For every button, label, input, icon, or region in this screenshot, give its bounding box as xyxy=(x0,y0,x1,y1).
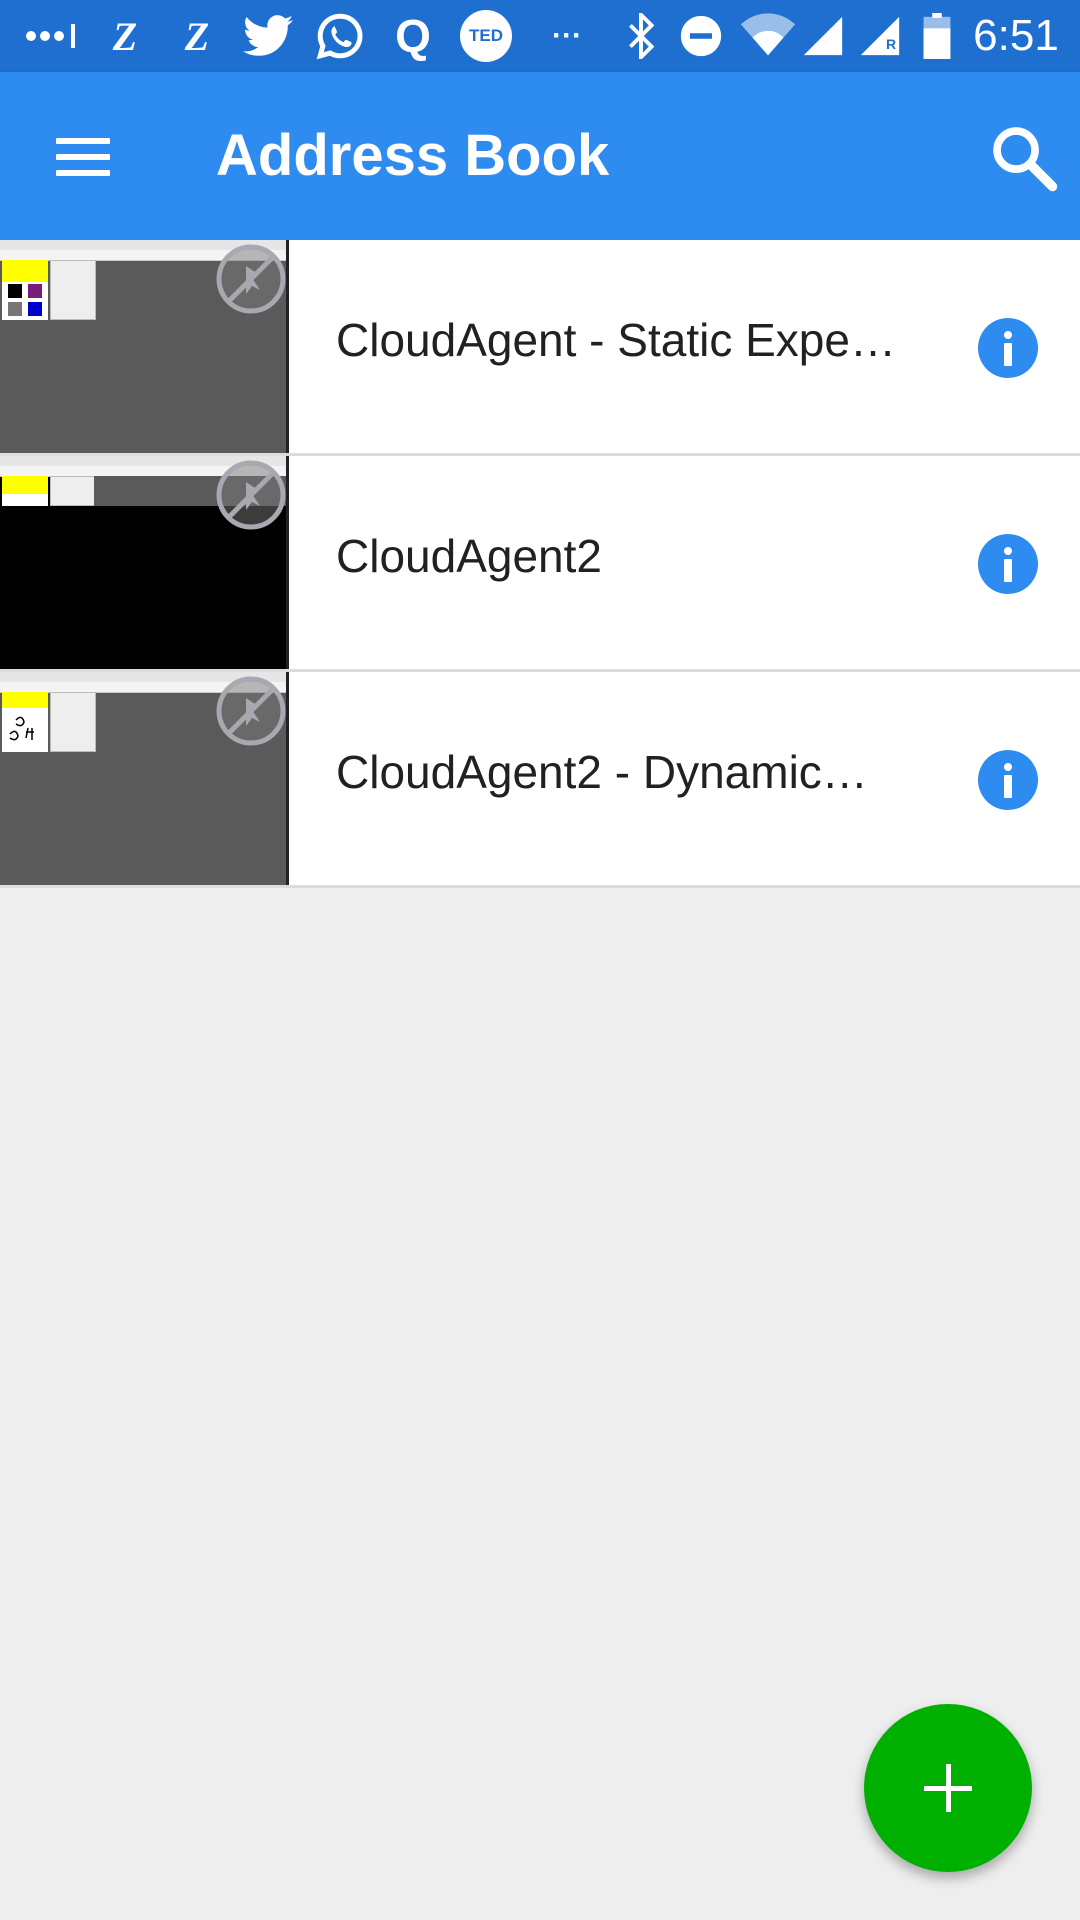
screen-preview-thumbnail xyxy=(0,672,289,885)
contact-name: CloudAgent2 - Dynamic… xyxy=(336,746,868,798)
wifi-icon xyxy=(738,0,798,72)
info-button[interactable] xyxy=(978,534,1038,594)
whatsapp-icon xyxy=(312,0,368,72)
add-contact-button[interactable] xyxy=(864,1704,1032,1872)
quora-icon: Q xyxy=(395,10,431,62)
do-not-disturb-icon xyxy=(676,0,726,72)
more-notifications-icon: ··· xyxy=(552,19,582,52)
search-button[interactable] xyxy=(986,120,1062,196)
battery-icon xyxy=(920,0,954,72)
ted-icon: TED xyxy=(458,0,514,72)
bluetooth-icon xyxy=(618,0,664,72)
status-bar: Z Z Q TED ··· R 6:51 xyxy=(0,0,1080,72)
list-item[interactable]: CloudAgent2 - Dynamic… xyxy=(0,672,1080,888)
z-app-icon: Z xyxy=(112,13,138,59)
clock: 6:51 xyxy=(973,11,1059,60)
signal-dots-icon xyxy=(22,0,82,72)
z-app-icon: Z xyxy=(184,13,210,59)
page-title: Address Book xyxy=(216,123,610,188)
screen-preview-thumbnail xyxy=(0,456,289,669)
list-item[interactable]: CloudAgent - Static Expe… xyxy=(0,240,1080,456)
info-button[interactable] xyxy=(978,750,1038,810)
address-list: CloudAgent - Static Expe… CloudAgent2 Cl… xyxy=(0,240,1080,888)
contact-name: CloudAgent - Static Expe… xyxy=(336,314,896,366)
muted-icon xyxy=(216,460,286,530)
cell-signal-icon xyxy=(800,0,846,72)
muted-icon xyxy=(216,676,286,746)
cell-signal-roaming-icon: R xyxy=(856,0,904,72)
info-button[interactable] xyxy=(978,318,1038,378)
menu-button[interactable] xyxy=(44,122,124,192)
list-item[interactable]: CloudAgent2 xyxy=(0,456,1080,672)
muted-icon xyxy=(216,244,286,314)
twitter-icon xyxy=(240,0,296,72)
screen-preview-thumbnail xyxy=(0,240,289,453)
search-icon xyxy=(993,127,1058,192)
app-toolbar: Address Book xyxy=(0,72,1080,240)
contact-name: CloudAgent2 xyxy=(336,530,602,582)
